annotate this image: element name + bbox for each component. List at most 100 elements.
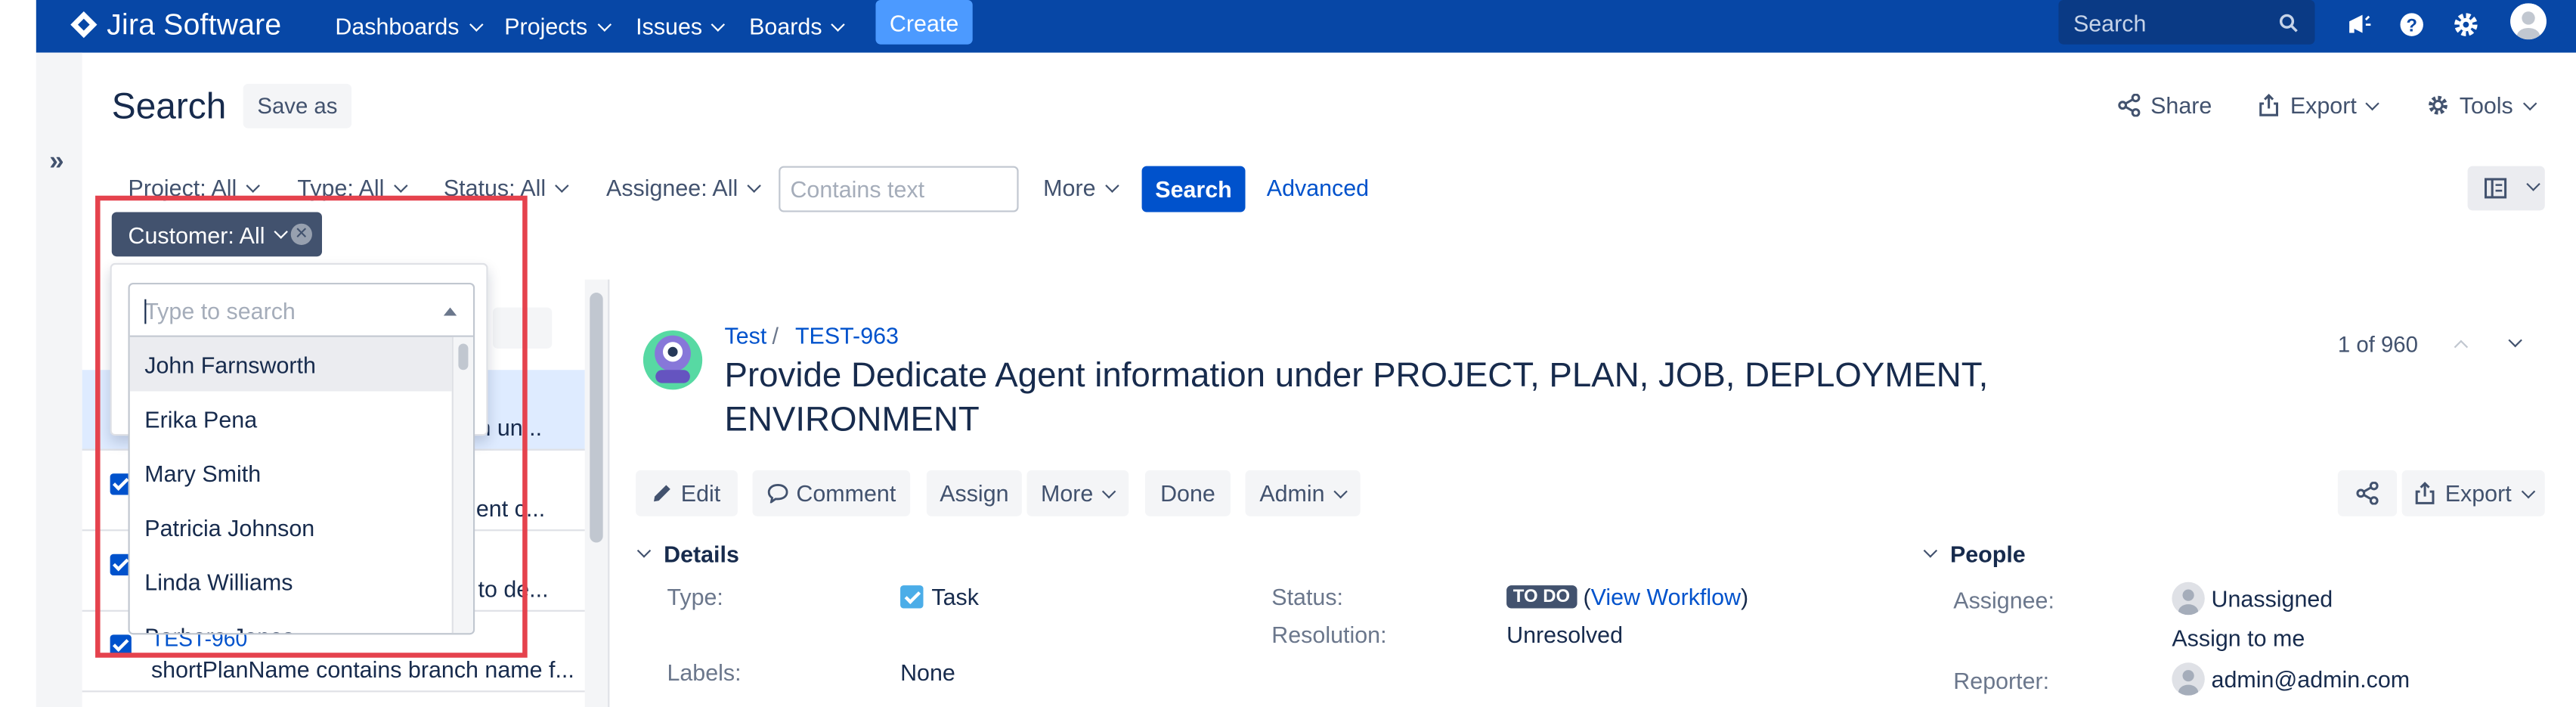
labels-value[interactable]: None — [900, 659, 955, 686]
reporter-avatar-icon — [2172, 662, 2205, 696]
reporter-value[interactable]: admin@admin.com — [2172, 662, 2410, 696]
customer-option[interactable]: Patricia Johnson — [130, 500, 452, 554]
chevron-down-icon — [2522, 95, 2537, 110]
edit-button[interactable]: Edit — [636, 470, 738, 516]
resolution-label: Resolution: — [1271, 621, 1387, 648]
text-cursor — [144, 299, 147, 324]
next-issue-icon[interactable] — [2508, 333, 2522, 348]
unassigned-avatar-icon — [2172, 581, 2205, 616]
layout-switcher-button[interactable] — [2467, 166, 2545, 211]
view-workflow-link[interactable]: View Workflow — [1591, 584, 1741, 610]
share-icon — [2356, 482, 2379, 505]
tools-button[interactable]: Tools — [2426, 91, 2537, 120]
top-navigation: Jira Software Dashboards Projects Issues… — [36, 0, 2576, 53]
issue-summary: shortPlanName contains branch name f... — [150, 656, 574, 683]
help-icon[interactable]: ? — [2397, 10, 2426, 39]
user-avatar[interactable] — [2510, 3, 2547, 40]
pane-divider[interactable] — [608, 279, 610, 707]
issue-title[interactable]: Provide Dedicate Agent information under… — [725, 353, 2039, 442]
advanced-search-link[interactable]: Advanced — [1267, 174, 1369, 200]
project-filter[interactable]: Project: All — [128, 174, 261, 200]
chevron-down-icon — [1334, 483, 1348, 498]
share-icon — [2118, 93, 2141, 117]
collapse-arrow-icon[interactable] — [443, 307, 457, 316]
nav-projects[interactable]: Projects — [504, 10, 611, 42]
nav-issues[interactable]: Issues — [636, 10, 726, 42]
export-issue-button[interactable]: Export — [2401, 470, 2545, 516]
customer-option[interactable]: Mary Smith — [130, 445, 452, 500]
brand-name: Jira Software — [107, 7, 282, 41]
expand-sidebar-icon[interactable]: » — [49, 148, 63, 178]
task-icon — [900, 585, 924, 609]
save-as-button[interactable]: Save as — [243, 83, 352, 129]
customer-options: John Farnsworth Erika Pena Mary Smith Pa… — [129, 336, 452, 633]
jira-logo[interactable]: Jira Software — [69, 5, 281, 45]
type-label: Type: — [667, 583, 723, 610]
issue-pager: 1 of 960 — [2337, 332, 2418, 357]
status-value: TO DO ( View Workflow ) — [1506, 584, 1748, 610]
clear-filter-icon[interactable]: ✕ — [290, 223, 312, 245]
customer-filter[interactable]: Customer: All ✕ — [111, 212, 323, 257]
previous-issue-icon[interactable] — [2454, 340, 2469, 355]
assign-to-me-link[interactable]: Assign to me — [2172, 625, 2305, 651]
comment-button[interactable]: Comment — [752, 470, 911, 516]
customer-option[interactable]: John Farnsworth — [129, 336, 452, 392]
export-button[interactable]: Export — [2257, 91, 2380, 120]
gear-icon[interactable] — [2451, 10, 2481, 39]
chevron-down-icon — [636, 544, 652, 558]
status-label: Status: — [1271, 583, 1344, 610]
chevron-down-icon — [274, 225, 289, 239]
share-button[interactable]: Share — [2118, 91, 2212, 120]
chevron-down-icon — [246, 178, 261, 192]
project-avatar[interactable] — [636, 321, 710, 395]
list-scrollbar-thumb[interactable] — [590, 293, 603, 543]
breadcrumb-separator: / — [772, 322, 779, 349]
type-filter[interactable]: Type: All — [297, 174, 408, 200]
assignee-filter[interactable]: Assignee: All — [606, 174, 762, 200]
create-button[interactable]: Create — [875, 0, 973, 45]
customer-option[interactable]: Erika Pena — [130, 392, 452, 446]
done-button[interactable]: Done — [1144, 470, 1231, 516]
labels-label: Labels: — [667, 659, 742, 686]
details-section-toggle[interactable]: Details — [636, 541, 739, 567]
people-section-toggle[interactable]: People — [1922, 541, 2026, 567]
chevron-down-icon — [596, 17, 611, 31]
assign-button[interactable]: Assign — [926, 470, 1022, 516]
assignee-label: Assignee: — [1953, 587, 2054, 614]
chevron-down-icon — [555, 178, 570, 192]
gear-icon — [2429, 95, 2448, 115]
customer-search-input[interactable]: Type to search — [129, 284, 473, 337]
nav-boards[interactable]: Boards — [749, 10, 846, 42]
chevron-down-icon — [469, 17, 483, 31]
search-button[interactable]: Search — [1141, 166, 1246, 212]
issue-key-breadcrumb[interactable]: TEST-963 — [795, 322, 899, 349]
chevron-down-icon — [2526, 177, 2540, 191]
project-breadcrumb[interactable]: Test — [725, 322, 767, 349]
megaphone-icon[interactable] — [2345, 10, 2374, 39]
customer-dropdown: Type to search John Farnsworth Erika Pen… — [128, 282, 475, 635]
export-icon — [2259, 93, 2278, 116]
share-issue-button[interactable] — [2337, 470, 2398, 516]
customer-option[interactable]: Linda Williams — [130, 554, 452, 609]
customer-option[interactable]: Barbara Jones — [130, 609, 452, 633]
reporter-label: Reporter: — [1953, 667, 2050, 694]
sidebar-collapsed: » — [36, 52, 82, 707]
assignee-value: Unassigned — [2172, 581, 2333, 616]
type-value: Task — [900, 584, 979, 610]
nav-dashboards[interactable]: Dashboards — [335, 10, 483, 42]
list-view-icon — [2484, 178, 2507, 199]
chevron-down-icon — [711, 17, 726, 31]
contains-text-input[interactable]: Contains text — [779, 166, 1019, 212]
more-filters-button[interactable]: More — [1043, 174, 1119, 200]
dropdown-scrollbar-thumb[interactable] — [458, 343, 469, 371]
page-title: Search — [111, 85, 227, 127]
more-actions-button[interactable]: More — [1026, 470, 1129, 516]
sort-button[interactable] — [493, 307, 553, 349]
chevron-down-icon — [2521, 483, 2535, 498]
global-search-input[interactable]: Search — [2058, 0, 2315, 45]
admin-button[interactable]: Admin — [1245, 470, 1361, 516]
chevron-down-icon — [831, 17, 846, 31]
pencil-icon — [655, 485, 671, 502]
status-filter[interactable]: Status: All — [444, 174, 570, 200]
dropdown-scrollbar[interactable] — [451, 336, 473, 634]
